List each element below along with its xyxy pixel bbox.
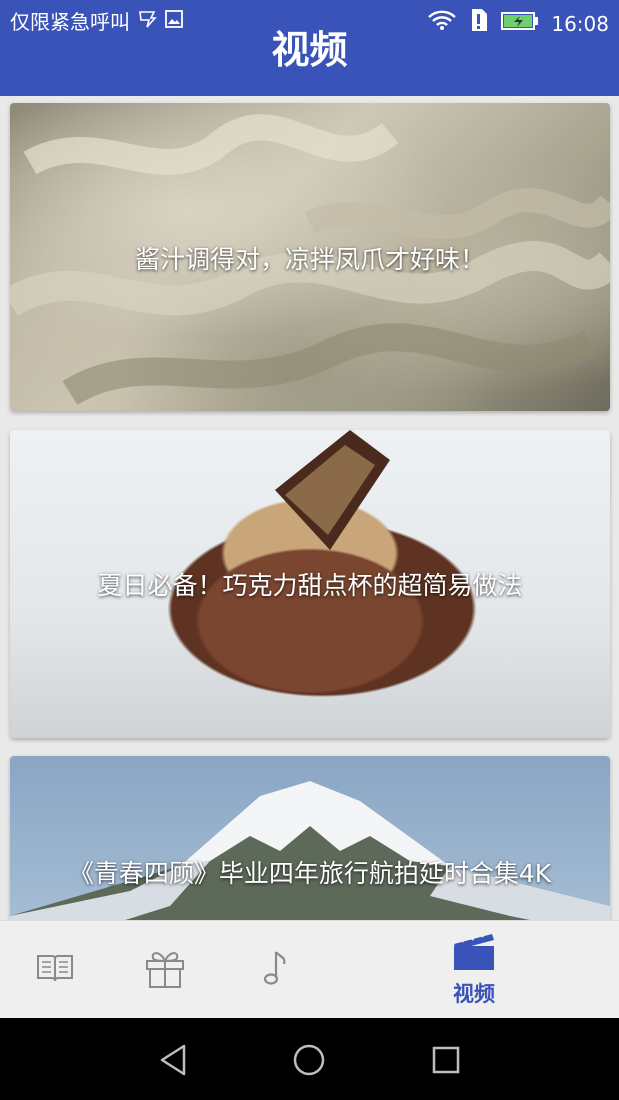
clapperboard-icon — [452, 931, 496, 976]
clock: 16:08 — [551, 11, 609, 36]
video-title: 夏日必备！巧克力甜点杯的超简易做法 — [97, 571, 523, 600]
tab-video[interactable]: 视频 — [419, 921, 529, 1019]
music-note-icon — [260, 948, 290, 992]
tab-reading[interactable] — [0, 921, 110, 1019]
gift-icon — [143, 947, 187, 993]
home-button[interactable] — [289, 1040, 329, 1080]
video-feed[interactable]: 酱汁调得对，凉拌凤爪才好味！ 夏日必备！巧克力甜点杯的超简易做法 《青春四顾》毕… — [0, 96, 619, 920]
tab-gifts[interactable] — [110, 921, 220, 1019]
bottom-nav: 视频 — [0, 920, 619, 1019]
video-card[interactable]: 酱汁调得对，凉拌凤爪才好味！ — [10, 103, 610, 411]
video-card[interactable]: 夏日必备！巧克力甜点杯的超简易做法 — [10, 430, 610, 738]
wifi-icon — [427, 9, 457, 38]
battery-charging-icon — [501, 10, 539, 38]
back-button[interactable] — [154, 1040, 194, 1080]
status-bar: 仅限紧急呼叫 16:08 — [0, 0, 619, 44]
video-card[interactable]: 《青春四顾》毕业四年旅行航拍延时合集4K — [10, 756, 610, 920]
image-icon — [164, 8, 184, 36]
video-title: 酱汁调得对，凉拌凤爪才好味！ — [134, 245, 485, 274]
book-icon — [35, 952, 75, 988]
sim-alert-icon — [469, 8, 489, 39]
status-left: 仅限紧急呼叫 — [10, 8, 184, 36]
tab-music[interactable] — [220, 921, 330, 1019]
recents-button[interactable] — [426, 1040, 466, 1080]
video-title: 《青春四顾》毕业四年旅行航拍延时合集4K — [68, 859, 552, 888]
system-nav-bar — [0, 1018, 619, 1100]
carrier-text: 仅限紧急呼叫 — [10, 10, 130, 34]
tab-label: 视频 — [453, 982, 495, 1006]
status-right: 16:08 — [427, 8, 609, 39]
sim-icon — [136, 8, 158, 36]
